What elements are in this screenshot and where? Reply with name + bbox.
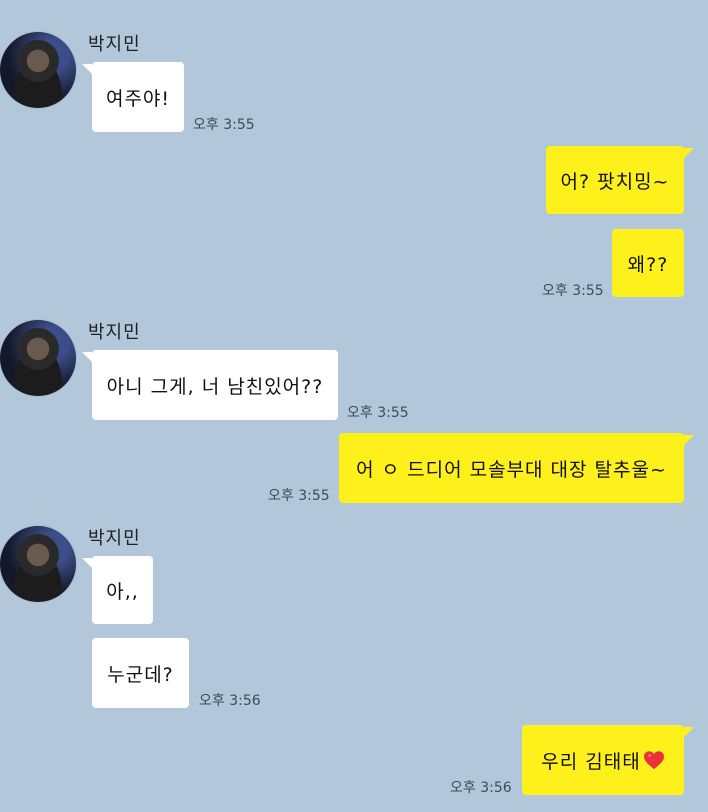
message-text: 어 ㅇ 드디어 모솔부대 대장 탈추울~ <box>356 458 667 481</box>
sender-name: 박지민 <box>88 322 141 343</box>
sender-avatar[interactable] <box>0 32 76 108</box>
bubble-tail <box>684 148 694 158</box>
bubble-tail <box>82 352 92 362</box>
sender-name: 박지민 <box>88 34 141 55</box>
bubble-tail <box>684 435 694 445</box>
message-time: 오후 3:55 <box>193 117 255 133</box>
message-time: 오후 3:55 <box>542 283 604 299</box>
heart-icon <box>643 751 664 770</box>
message-time: 오후 3:56 <box>450 780 512 796</box>
message-text: 어? 팟치밍~ <box>560 170 670 193</box>
message-bubble-outgoing[interactable]: 어? 팟치밍~ <box>546 146 684 214</box>
message-bubble-outgoing[interactable]: 어 ㅇ 드디어 모솔부대 대장 탈추울~ <box>339 433 684 503</box>
sender-name: 박지민 <box>88 528 141 549</box>
message-text: 여주야! <box>105 87 171 110</box>
message-bubble-incoming[interactable]: 아니 그게, 너 남친있어?? <box>92 350 338 420</box>
message-bubble-incoming[interactable]: 여주야! <box>92 62 184 132</box>
message-time: 오후 3:55 <box>268 488 330 504</box>
message-text: 우리 김태태 <box>541 750 641 773</box>
message-text: 누군데? <box>107 663 174 686</box>
message-bubble-incoming[interactable]: 아,, <box>92 556 153 624</box>
message-time: 오후 3:55 <box>347 405 409 421</box>
message-bubble-incoming[interactable]: 누군데? <box>92 638 189 708</box>
bubble-tail <box>82 64 92 74</box>
message-text: 아니 그게, 너 남친있어?? <box>106 375 324 398</box>
sender-avatar[interactable] <box>0 320 76 396</box>
message-text: 왜?? <box>627 253 669 276</box>
sender-avatar[interactable] <box>0 526 76 602</box>
message-time: 오후 3:56 <box>199 693 261 709</box>
message-bubble-outgoing[interactable]: 우리 김태태 <box>522 725 684 795</box>
message-text: 아,, <box>106 580 139 603</box>
chat-thread: 박지민 여주야! 오후 3:55 어? 팟치밍~ 왜?? 오후 3:55 박지민… <box>0 0 708 812</box>
bubble-tail <box>82 558 92 568</box>
bubble-tail <box>684 727 694 737</box>
message-bubble-outgoing[interactable]: 왜?? <box>612 229 684 297</box>
